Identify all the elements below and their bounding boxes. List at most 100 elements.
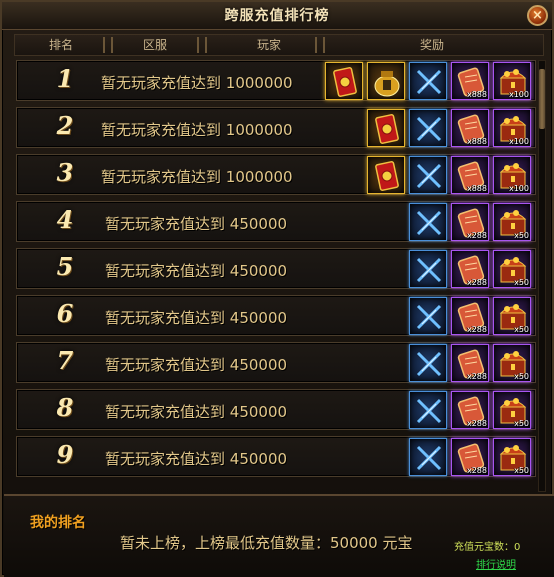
reward-item[interactable]: x50 <box>493 344 531 382</box>
reward-item[interactable] <box>325 62 363 100</box>
scrollbar-thumb[interactable] <box>539 69 545 129</box>
threshold-text: 暂无玩家充值达到 450000 <box>105 448 287 469</box>
threshold-amount: 450000 <box>225 403 288 421</box>
reward-item[interactable] <box>409 391 447 429</box>
ranking-list[interactable]: 1 暂无玩家充值达到 1000000 x888 x100 2 暂无玩家充值达到 10000… <box>16 60 536 492</box>
threshold-text: 暂无玩家充值达到 1000000 <box>101 72 293 93</box>
reward-quantity: x288 <box>466 325 487 334</box>
threshold-text: 暂无玩家充值达到 450000 <box>105 401 287 422</box>
threshold-amount: 450000 <box>225 450 288 468</box>
threshold-label: 暂无玩家充值达到 <box>101 121 222 139</box>
reward-item[interactable]: x888 <box>451 156 489 194</box>
threshold-label: 暂无玩家充值达到 <box>105 215 226 233</box>
reward-item[interactable]: x100 <box>493 156 531 194</box>
threshold-label: 暂无玩家充值达到 <box>105 309 226 327</box>
ranking-row: 2 暂无玩家充值达到 1000000 x888 x100 <box>16 107 536 148</box>
threshold-text: 暂无玩家充值达到 450000 <box>105 260 287 281</box>
reward-item[interactable]: x50 <box>493 438 531 476</box>
ranking-row: 1 暂无玩家充值达到 1000000 x888 x100 <box>16 60 536 101</box>
reward-item[interactable] <box>409 109 447 147</box>
reward-item[interactable] <box>409 62 447 100</box>
reward-item[interactable] <box>367 109 405 147</box>
reward-item[interactable]: x888 <box>451 62 489 100</box>
close-icon[interactable]: × <box>527 5 548 26</box>
reward-quantity: x888 <box>466 90 487 99</box>
reward-item[interactable]: x288 <box>451 344 489 382</box>
column-server: 区服 <box>142 38 167 52</box>
column-header: 排名 区服 玩家 奖励 <box>14 34 544 56</box>
rank-number: 8 <box>56 393 74 422</box>
reward-quantity: x288 <box>466 466 487 475</box>
rank-number: 4 <box>56 205 74 234</box>
reward-item[interactable] <box>409 203 447 241</box>
reward-item[interactable] <box>409 250 447 288</box>
threshold-text: 暂无玩家充值达到 450000 <box>105 213 287 234</box>
threshold-amount: 450000 <box>225 309 288 327</box>
recharge-amount-label: 充值元宝数： <box>454 542 514 553</box>
reward-item[interactable]: x288 <box>451 203 489 241</box>
my-rank-section: 我的排名 暂未上榜，上榜最低充值数量：50000 元宝 充值元宝数：0 排行说明 <box>4 494 554 577</box>
reward-item[interactable] <box>367 62 405 100</box>
reward-item[interactable] <box>409 438 447 476</box>
column-reward: 奖励 <box>419 38 444 52</box>
threshold-text: 暂无玩家充值达到 1000000 <box>101 166 293 187</box>
threshold-label: 暂无玩家充值达到 <box>105 403 226 421</box>
reward-quantity: x50 <box>514 278 529 287</box>
rank-number: 1 <box>56 64 74 93</box>
reward-quantity: x288 <box>466 278 487 287</box>
rank-number: 6 <box>56 299 74 328</box>
ranking-row: 5 暂无玩家充值达到 450000 x288 x50 <box>16 248 536 289</box>
reward-item[interactable] <box>409 297 447 335</box>
reward-item[interactable]: x50 <box>493 250 531 288</box>
reward-item[interactable]: x50 <box>493 297 531 335</box>
rules-link[interactable]: 排行说明 <box>476 556 516 571</box>
rank-number: 2 <box>56 111 74 140</box>
reward-item[interactable]: x288 <box>451 297 489 335</box>
threshold-text: 暂无玩家充值达到 1000000 <box>101 119 293 140</box>
reward-quantity: x100 <box>508 184 529 193</box>
threshold-text: 暂无玩家充值达到 450000 <box>105 307 287 328</box>
rank-number: 9 <box>56 440 74 469</box>
header-separator <box>197 37 207 53</box>
threshold-amount: 450000 <box>225 356 288 374</box>
my-rank-label: 我的排名 <box>30 515 86 531</box>
reward-quantity: x288 <box>466 419 487 428</box>
reward-quantity: x50 <box>514 231 529 240</box>
column-rank: 排名 <box>48 38 73 52</box>
reward-item[interactable]: x100 <box>493 109 531 147</box>
reward-item[interactable] <box>409 156 447 194</box>
reward-quantity: x288 <box>466 372 487 381</box>
my-rank-status: 暂未上榜，上榜最低充值数量：50000 元宝 <box>120 534 413 552</box>
reward-quantity: x50 <box>514 419 529 428</box>
threshold-amount: 1000000 <box>221 74 293 92</box>
ranking-row: 4 暂无玩家充值达到 450000 x288 x50 <box>16 201 536 242</box>
scrollbar[interactable] <box>538 60 546 492</box>
reward-item[interactable]: x50 <box>493 391 531 429</box>
reward-quantity: x50 <box>514 325 529 334</box>
reward-quantity: x50 <box>514 466 529 475</box>
threshold-amount: 1000000 <box>221 168 293 186</box>
reward-item[interactable]: x288 <box>451 250 489 288</box>
ranking-row: 7 暂无玩家充值达到 450000 x288 x50 <box>16 342 536 383</box>
threshold-label: 暂无玩家充值达到 <box>105 450 226 468</box>
title-bar: 跨服充值排行榜 × <box>2 2 552 30</box>
rank-number: 7 <box>56 346 74 375</box>
threshold-amount: 1000000 <box>221 121 293 139</box>
reward-quantity: x50 <box>514 372 529 381</box>
reward-quantity: x888 <box>466 137 487 146</box>
reward-item[interactable] <box>367 156 405 194</box>
column-player: 玩家 <box>256 38 281 52</box>
reward-item[interactable]: x288 <box>451 438 489 476</box>
reward-item[interactable]: x100 <box>493 62 531 100</box>
ranking-row: 3 暂无玩家充值达到 1000000 x888 x100 <box>16 154 536 195</box>
reward-item[interactable] <box>409 344 447 382</box>
recharge-amount-value: 0 <box>514 542 521 553</box>
ranking-panel: 跨服充值排行榜 × 排名 区服 玩家 奖励 1 暂无玩家充值达到 1000000 x… <box>0 0 554 577</box>
reward-item[interactable]: x888 <box>451 109 489 147</box>
rank-number: 3 <box>56 158 74 187</box>
threshold-label: 暂无玩家充值达到 <box>105 262 226 280</box>
threshold-label: 暂无玩家充值达到 <box>101 74 222 92</box>
reward-quantity: x100 <box>508 137 529 146</box>
reward-item[interactable]: x50 <box>493 203 531 241</box>
reward-item[interactable]: x288 <box>451 391 489 429</box>
